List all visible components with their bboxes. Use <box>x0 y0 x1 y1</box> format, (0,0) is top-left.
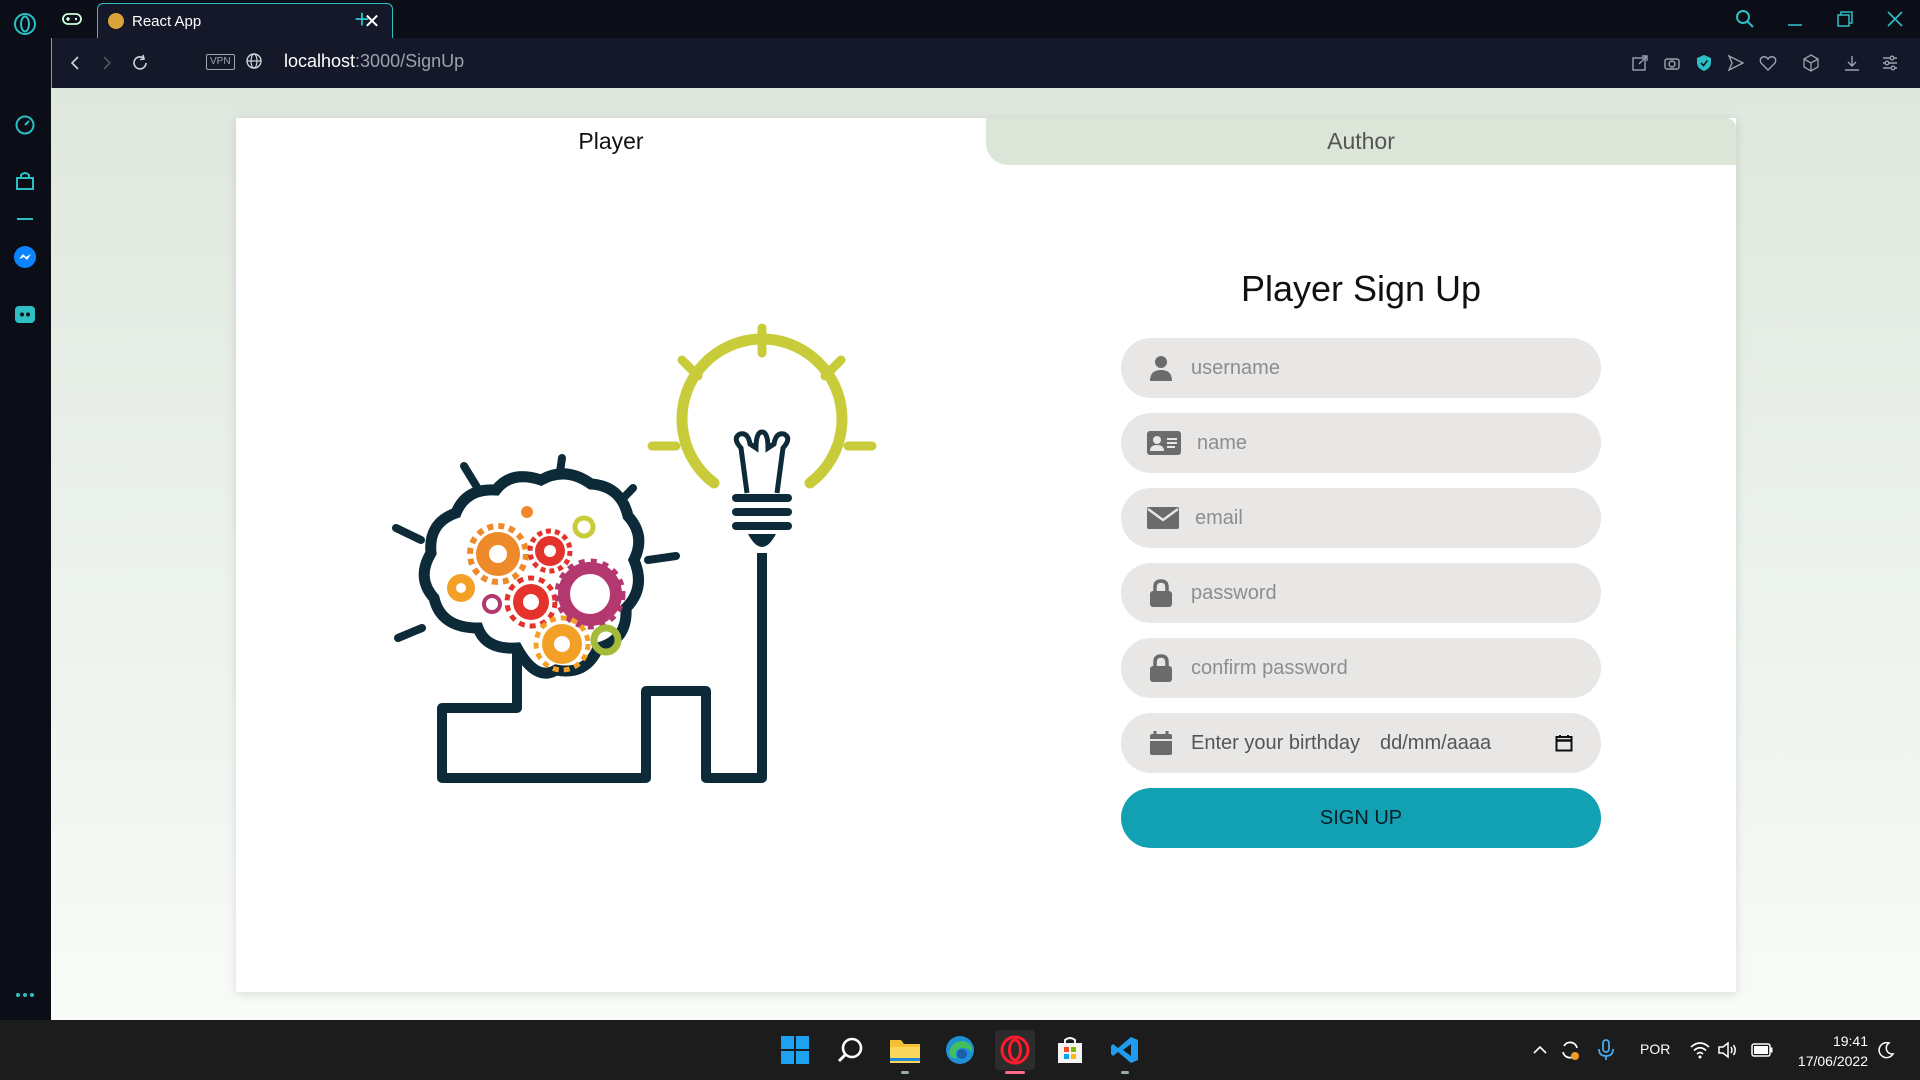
signup-form: Player Sign Up username name email passw… <box>1121 268 1601 848</box>
calendar-picker-icon[interactable] <box>1553 732 1575 754</box>
system-clock[interactable]: 19:41 17/06/2022 <box>1790 1031 1868 1071</box>
windows-taskbar: POR 19:41 17/06/2022 <box>0 1020 1920 1080</box>
id-card-icon <box>1147 429 1181 457</box>
tab-title: React App <box>132 12 202 30</box>
back-icon[interactable] <box>62 50 88 76</box>
messenger-icon[interactable] <box>12 244 38 270</box>
active-indicator <box>1005 1071 1025 1074</box>
speed-dial-icon[interactable] <box>12 112 38 138</box>
url-field[interactable]: localhost:3000/SignUp <box>284 51 464 72</box>
volume-icon[interactable] <box>1716 1038 1740 1062</box>
share-icon[interactable] <box>1628 51 1652 75</box>
tab-author[interactable]: Author <box>986 118 1736 165</box>
address-bar: VPN localhost:3000/SignUp <box>51 38 1920 88</box>
new-tab-button[interactable]: + <box>347 4 377 35</box>
tab-favicon-icon <box>108 13 124 29</box>
clock-time: 19:41 <box>1832 1033 1868 1049</box>
signup-button[interactable]: SIGN UP <box>1121 788 1601 848</box>
cube-icon[interactable] <box>1799 51 1823 75</box>
download-icon[interactable] <box>1840 51 1864 75</box>
wifi-icon[interactable] <box>1688 1038 1712 1062</box>
more-icon[interactable] <box>12 982 38 1008</box>
game-icon[interactable] <box>61 8 83 30</box>
forward-icon[interactable] <box>94 50 120 76</box>
shield-icon[interactable] <box>1692 51 1716 75</box>
microphone-icon[interactable] <box>1594 1038 1618 1062</box>
focus-moon-icon[interactable] <box>1874 1038 1898 1062</box>
birthday-input[interactable]: Enter your birthday dd/mm/aaaa <box>1121 713 1601 773</box>
store-icon[interactable] <box>1050 1030 1090 1070</box>
lock-icon <box>1147 654 1175 682</box>
page-title: Player Sign Up <box>1240 268 1482 309</box>
browser-sidebar <box>0 0 51 1020</box>
vscode-icon[interactable] <box>1105 1030 1145 1074</box>
confirm-password-placeholder: confirm password <box>1191 656 1348 679</box>
password-input[interactable]: password <box>1121 563 1601 623</box>
battery-icon[interactable] <box>1750 1038 1774 1062</box>
running-indicator <box>1121 1071 1129 1074</box>
username-placeholder: username <box>1191 356 1280 379</box>
sidebar-divider <box>17 218 33 220</box>
user-icon <box>1147 354 1175 382</box>
vpn-badge[interactable]: VPN <box>206 54 235 70</box>
birthday-value: dd/mm/aaaa <box>1379 731 1492 754</box>
email-placeholder: email <box>1195 506 1243 529</box>
settings-icon[interactable] <box>1878 51 1902 75</box>
send-icon[interactable] <box>1724 51 1748 75</box>
search-icon[interactable] <box>1730 6 1760 32</box>
shopping-icon[interactable] <box>12 168 38 194</box>
minimize-icon[interactable] <box>1780 6 1810 32</box>
language-indicator[interactable]: POR <box>1640 1041 1670 1057</box>
chevron-up-icon[interactable] <box>1528 1038 1552 1062</box>
discord-icon[interactable] <box>12 302 38 328</box>
opera-logo-icon[interactable] <box>12 11 38 37</box>
email-input[interactable]: email <box>1121 488 1601 548</box>
birthday-label: Enter your birthday <box>1191 731 1360 754</box>
url-host: localhost <box>284 51 356 71</box>
heart-icon[interactable] <box>1756 51 1780 75</box>
calendar-icon <box>1147 729 1175 757</box>
edge-icon[interactable] <box>940 1030 980 1070</box>
opera-icon[interactable] <box>995 1030 1035 1074</box>
lock-icon <box>1147 579 1175 607</box>
globe-icon[interactable] <box>245 52 265 72</box>
file-explorer-icon[interactable] <box>885 1030 925 1074</box>
page-viewport: Player Author Player Sign Up username na… <box>51 88 1920 1020</box>
clock-date: 17/06/2022 <box>1797 1053 1868 1069</box>
url-path: :3000/SignUp <box>355 51 465 71</box>
windows-start-icon[interactable] <box>775 1030 815 1070</box>
username-input[interactable]: username <box>1121 338 1601 398</box>
role-tabs: Player Author <box>236 118 1736 165</box>
password-placeholder: password <box>1191 581 1277 604</box>
reload-icon[interactable] <box>127 50 153 76</box>
taskbar-search-icon[interactable] <box>831 1030 871 1070</box>
name-placeholder: name <box>1197 431 1248 454</box>
camera-icon[interactable] <box>1660 51 1684 75</box>
name-input[interactable]: name <box>1121 413 1601 473</box>
signup-card: Player Author Player Sign Up username na… <box>236 118 1736 992</box>
sync-icon[interactable] <box>1558 1038 1582 1062</box>
brain-lightbulb-illustration <box>336 298 956 878</box>
running-indicator <box>901 1071 909 1074</box>
tab-bar: React App ✕ + <box>51 0 1920 38</box>
tab-player[interactable]: Player <box>236 118 986 165</box>
restore-icon[interactable] <box>1830 6 1860 32</box>
confirm-password-input[interactable]: confirm password <box>1121 638 1601 698</box>
close-icon[interactable] <box>1880 6 1910 32</box>
envelope-icon <box>1147 504 1179 532</box>
